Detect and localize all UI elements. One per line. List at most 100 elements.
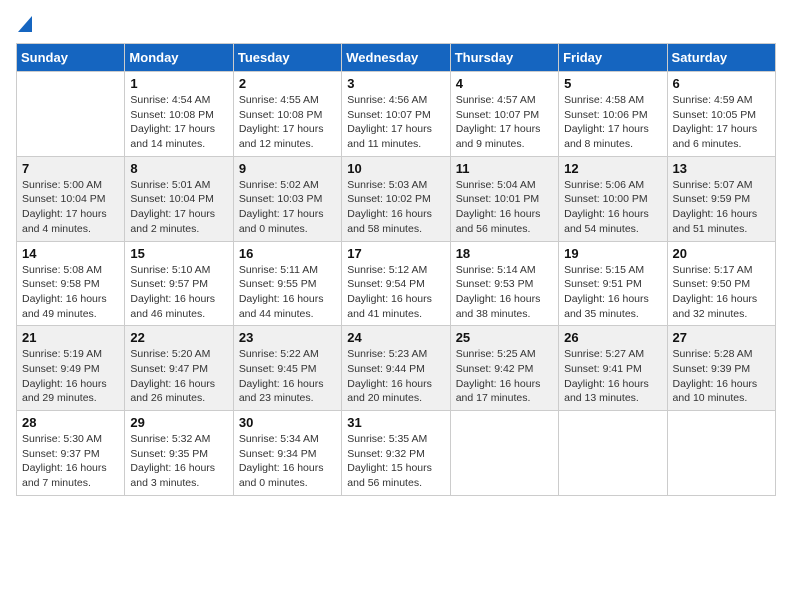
day-info: Sunrise: 5:12 AMSunset: 9:54 PMDaylight:… [347,263,444,322]
day-number: 24 [347,330,444,345]
day-info: Sunrise: 4:57 AMSunset: 10:07 PMDaylight… [456,93,553,152]
header-day-friday: Friday [559,44,667,72]
day-info: Sunrise: 5:14 AMSunset: 9:53 PMDaylight:… [456,263,553,322]
day-number: 21 [22,330,119,345]
day-number: 6 [673,76,770,91]
calendar-cell: 20 Sunrise: 5:17 AMSunset: 9:50 PMDayligh… [667,241,775,326]
day-number: 27 [673,330,770,345]
calendar-cell: 29Sunrise: 5:32 AMSunset: 9:35 PMDayligh… [125,411,233,496]
day-info: Sunrise: 5:01 AMSunset: 10:04 PMDaylight… [130,178,227,237]
day-info: Sunrise: 5:20 AMSunset: 9:47 PMDaylight:… [130,347,227,406]
calendar-cell: 21Sunrise: 5:19 AMSunset: 9:49 PMDayligh… [17,326,125,411]
day-info: Sunrise: 5:30 AMSunset: 9:37 PMDaylight:… [22,432,119,491]
day-number: 28 [22,415,119,430]
calendar-cell: 27 Sunrise: 5:28 AMSunset: 9:39 PMDayligh… [667,326,775,411]
day-info: Sunrise: 4:55 AMSunset: 10:08 PMDaylight… [239,93,336,152]
day-info: Sunrise: 5:06 AMSunset: 10:00 PMDaylight… [564,178,661,237]
calendar-cell: 3 Sunrise: 4:56 AMSunset: 10:07 PMDayligh… [342,72,450,157]
day-info: Sunrise: 5:28 AMSunset: 9:39 PMDaylight:… [673,347,770,406]
calendar-cell: 16Sunrise: 5:11 AMSunset: 9:55 PMDayligh… [233,241,341,326]
day-number: 4 [456,76,553,91]
day-info: Sunrise: 5:17 AMSunset: 9:50 PMDaylight:… [673,263,770,322]
day-number: 13 [673,161,770,176]
day-info: Sunrise: 5:03 AMSunset: 10:02 PMDaylight… [347,178,444,237]
calendar-cell: 6 Sunrise: 4:59 AMSunset: 10:05 PMDayligh… [667,72,775,157]
calendar-cell: 26Sunrise: 5:27 AMSunset: 9:41 PMDayligh… [559,326,667,411]
day-number: 5 [564,76,661,91]
header-day-monday: Monday [125,44,233,72]
header-day-tuesday: Tuesday [233,44,341,72]
day-info: Sunrise: 5:34 AMSunset: 9:34 PMDaylight:… [239,432,336,491]
calendar-cell: 15Sunrise: 5:10 AMSunset: 9:57 PMDayligh… [125,241,233,326]
day-info: Sunrise: 5:23 AMSunset: 9:44 PMDaylight:… [347,347,444,406]
calendar-cell: 10 Sunrise: 5:03 AMSunset: 10:02 PMDaylig… [342,156,450,241]
calendar-cell [559,411,667,496]
day-number: 2 [239,76,336,91]
header-day-thursday: Thursday [450,44,558,72]
header-day-wednesday: Wednesday [342,44,450,72]
calendar-cell: 25Sunrise: 5:25 AMSunset: 9:42 PMDayligh… [450,326,558,411]
day-info: Sunrise: 5:00 AMSunset: 10:04 PMDaylight… [22,178,119,237]
day-info: Sunrise: 4:59 AMSunset: 10:05 PMDaylight… [673,93,770,152]
calendar-header-row: SundayMondayTuesdayWednesdayThursdayFrid… [17,44,776,72]
day-number: 20 [673,246,770,261]
calendar-cell: 13 Sunrise: 5:07 AMSunset: 9:59 PMDayligh… [667,156,775,241]
calendar-cell: 31 Sunrise: 5:35 AMSunset: 9:32 PMDayligh… [342,411,450,496]
day-number: 8 [130,161,227,176]
day-info: Sunrise: 4:58 AMSunset: 10:06 PMDaylight… [564,93,661,152]
day-number: 7 [22,161,119,176]
day-number: 14 [22,246,119,261]
header-day-saturday: Saturday [667,44,775,72]
calendar-cell: 23 Sunrise: 5:22 AMSunset: 9:45 PMDayligh… [233,326,341,411]
calendar-cell: 18 Sunrise: 5:14 AMSunset: 9:53 PMDayligh… [450,241,558,326]
day-info: Sunrise: 5:08 AMSunset: 9:58 PMDaylight:… [22,263,119,322]
day-info: Sunrise: 4:54 AMSunset: 10:08 PMDaylight… [130,93,227,152]
day-number: 11 [456,161,553,176]
day-number: 31 [347,415,444,430]
day-number: 29 [130,415,227,430]
day-info: Sunrise: 5:25 AMSunset: 9:42 PMDaylight:… [456,347,553,406]
calendar-week-row: 28 Sunrise: 5:30 AMSunset: 9:37 PMDayligh… [17,411,776,496]
calendar-cell: 1 Sunrise: 4:54 AMSunset: 10:08 PMDayligh… [125,72,233,157]
calendar-cell: 17 Sunrise: 5:12 AMSunset: 9:54 PMDayligh… [342,241,450,326]
day-info: Sunrise: 5:02 AMSunset: 10:03 PMDaylight… [239,178,336,237]
day-number: 26 [564,330,661,345]
day-number: 12 [564,161,661,176]
day-info: Sunrise: 5:07 AMSunset: 9:59 PMDaylight:… [673,178,770,237]
calendar-week-row: 1 Sunrise: 4:54 AMSunset: 10:08 PMDayligh… [17,72,776,157]
calendar-table: SundayMondayTuesdayWednesdayThursdayFrid… [16,43,776,496]
day-info: Sunrise: 5:35 AMSunset: 9:32 PMDaylight:… [347,432,444,491]
calendar-cell: 28 Sunrise: 5:30 AMSunset: 9:37 PMDayligh… [17,411,125,496]
calendar-week-row: 14 Sunrise: 5:08 AMSunset: 9:58 PMDayligh… [17,241,776,326]
calendar-cell: 8 Sunrise: 5:01 AMSunset: 10:04 PMDayligh… [125,156,233,241]
day-number: 17 [347,246,444,261]
day-info: Sunrise: 5:22 AMSunset: 9:45 PMDaylight:… [239,347,336,406]
day-number: 9 [239,161,336,176]
logo [16,16,32,33]
calendar-week-row: 7 Sunrise: 5:00 AMSunset: 10:04 PMDayligh… [17,156,776,241]
day-info: Sunrise: 5:15 AMSunset: 9:51 PMDaylight:… [564,263,661,322]
page-header [16,16,776,33]
day-number: 18 [456,246,553,261]
calendar-cell [450,411,558,496]
calendar-cell: 2 Sunrise: 4:55 AMSunset: 10:08 PMDayligh… [233,72,341,157]
calendar-cell: 24 Sunrise: 5:23 AMSunset: 9:44 PMDayligh… [342,326,450,411]
day-info: Sunrise: 4:56 AMSunset: 10:07 PMDaylight… [347,93,444,152]
calendar-cell: 22Sunrise: 5:20 AMSunset: 9:47 PMDayligh… [125,326,233,411]
calendar-cell: 7 Sunrise: 5:00 AMSunset: 10:04 PMDayligh… [17,156,125,241]
calendar-cell: 11 Sunrise: 5:04 AMSunset: 10:01 PMDaylig… [450,156,558,241]
day-number: 3 [347,76,444,91]
day-number: 1 [130,76,227,91]
calendar-cell: 12 Sunrise: 5:06 AMSunset: 10:00 PMDaylig… [559,156,667,241]
day-number: 23 [239,330,336,345]
header-day-sunday: Sunday [17,44,125,72]
day-number: 10 [347,161,444,176]
day-number: 19 [564,246,661,261]
calendar-cell: 9 Sunrise: 5:02 AMSunset: 10:03 PMDayligh… [233,156,341,241]
calendar-week-row: 21Sunrise: 5:19 AMSunset: 9:49 PMDayligh… [17,326,776,411]
day-number: 16 [239,246,336,261]
calendar-cell [667,411,775,496]
calendar-cell: 14 Sunrise: 5:08 AMSunset: 9:58 PMDayligh… [17,241,125,326]
calendar-cell: 5 Sunrise: 4:58 AMSunset: 10:06 PMDayligh… [559,72,667,157]
day-info: Sunrise: 5:04 AMSunset: 10:01 PMDaylight… [456,178,553,237]
